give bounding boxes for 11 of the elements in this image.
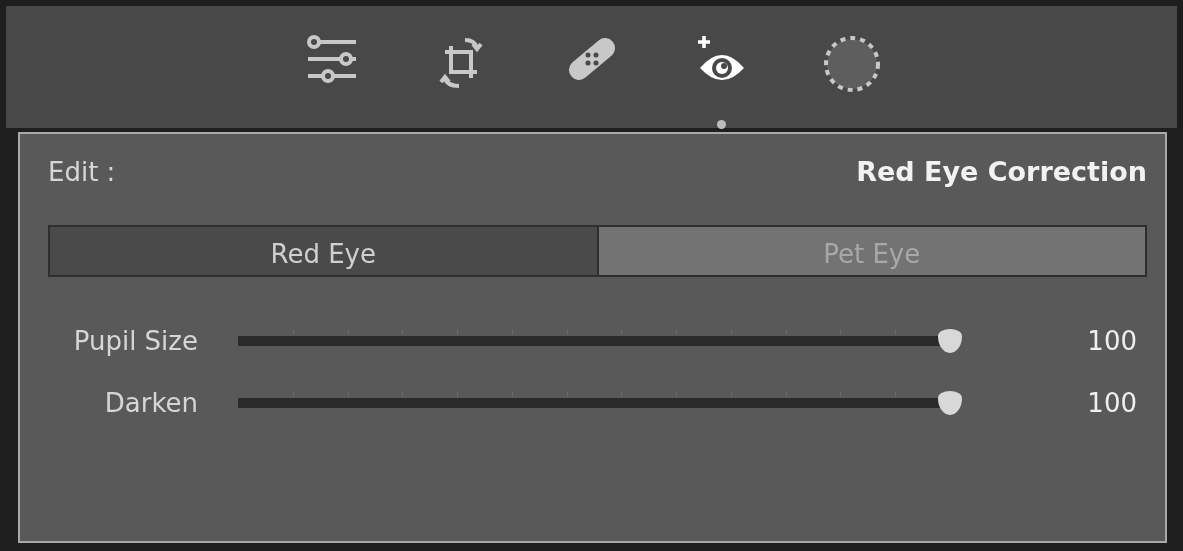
dashed-circle-icon[interactable] bbox=[821, 34, 882, 94]
panel-title: Red Eye Correction bbox=[856, 156, 1147, 187]
slider-label: Darken bbox=[103, 388, 199, 418]
slider-value: 100 bbox=[1087, 388, 1137, 418]
mode-tab[interactable]: Red Eye bbox=[50, 227, 597, 275]
active-indicator-icon bbox=[717, 120, 726, 129]
slider-thumb[interactable] bbox=[938, 391, 962, 415]
slider-label: Pupil Size bbox=[72, 326, 199, 356]
slider-value: 100 bbox=[1087, 326, 1137, 356]
edit-label: Edit : bbox=[48, 156, 116, 187]
slider-thumb[interactable] bbox=[938, 329, 962, 353]
